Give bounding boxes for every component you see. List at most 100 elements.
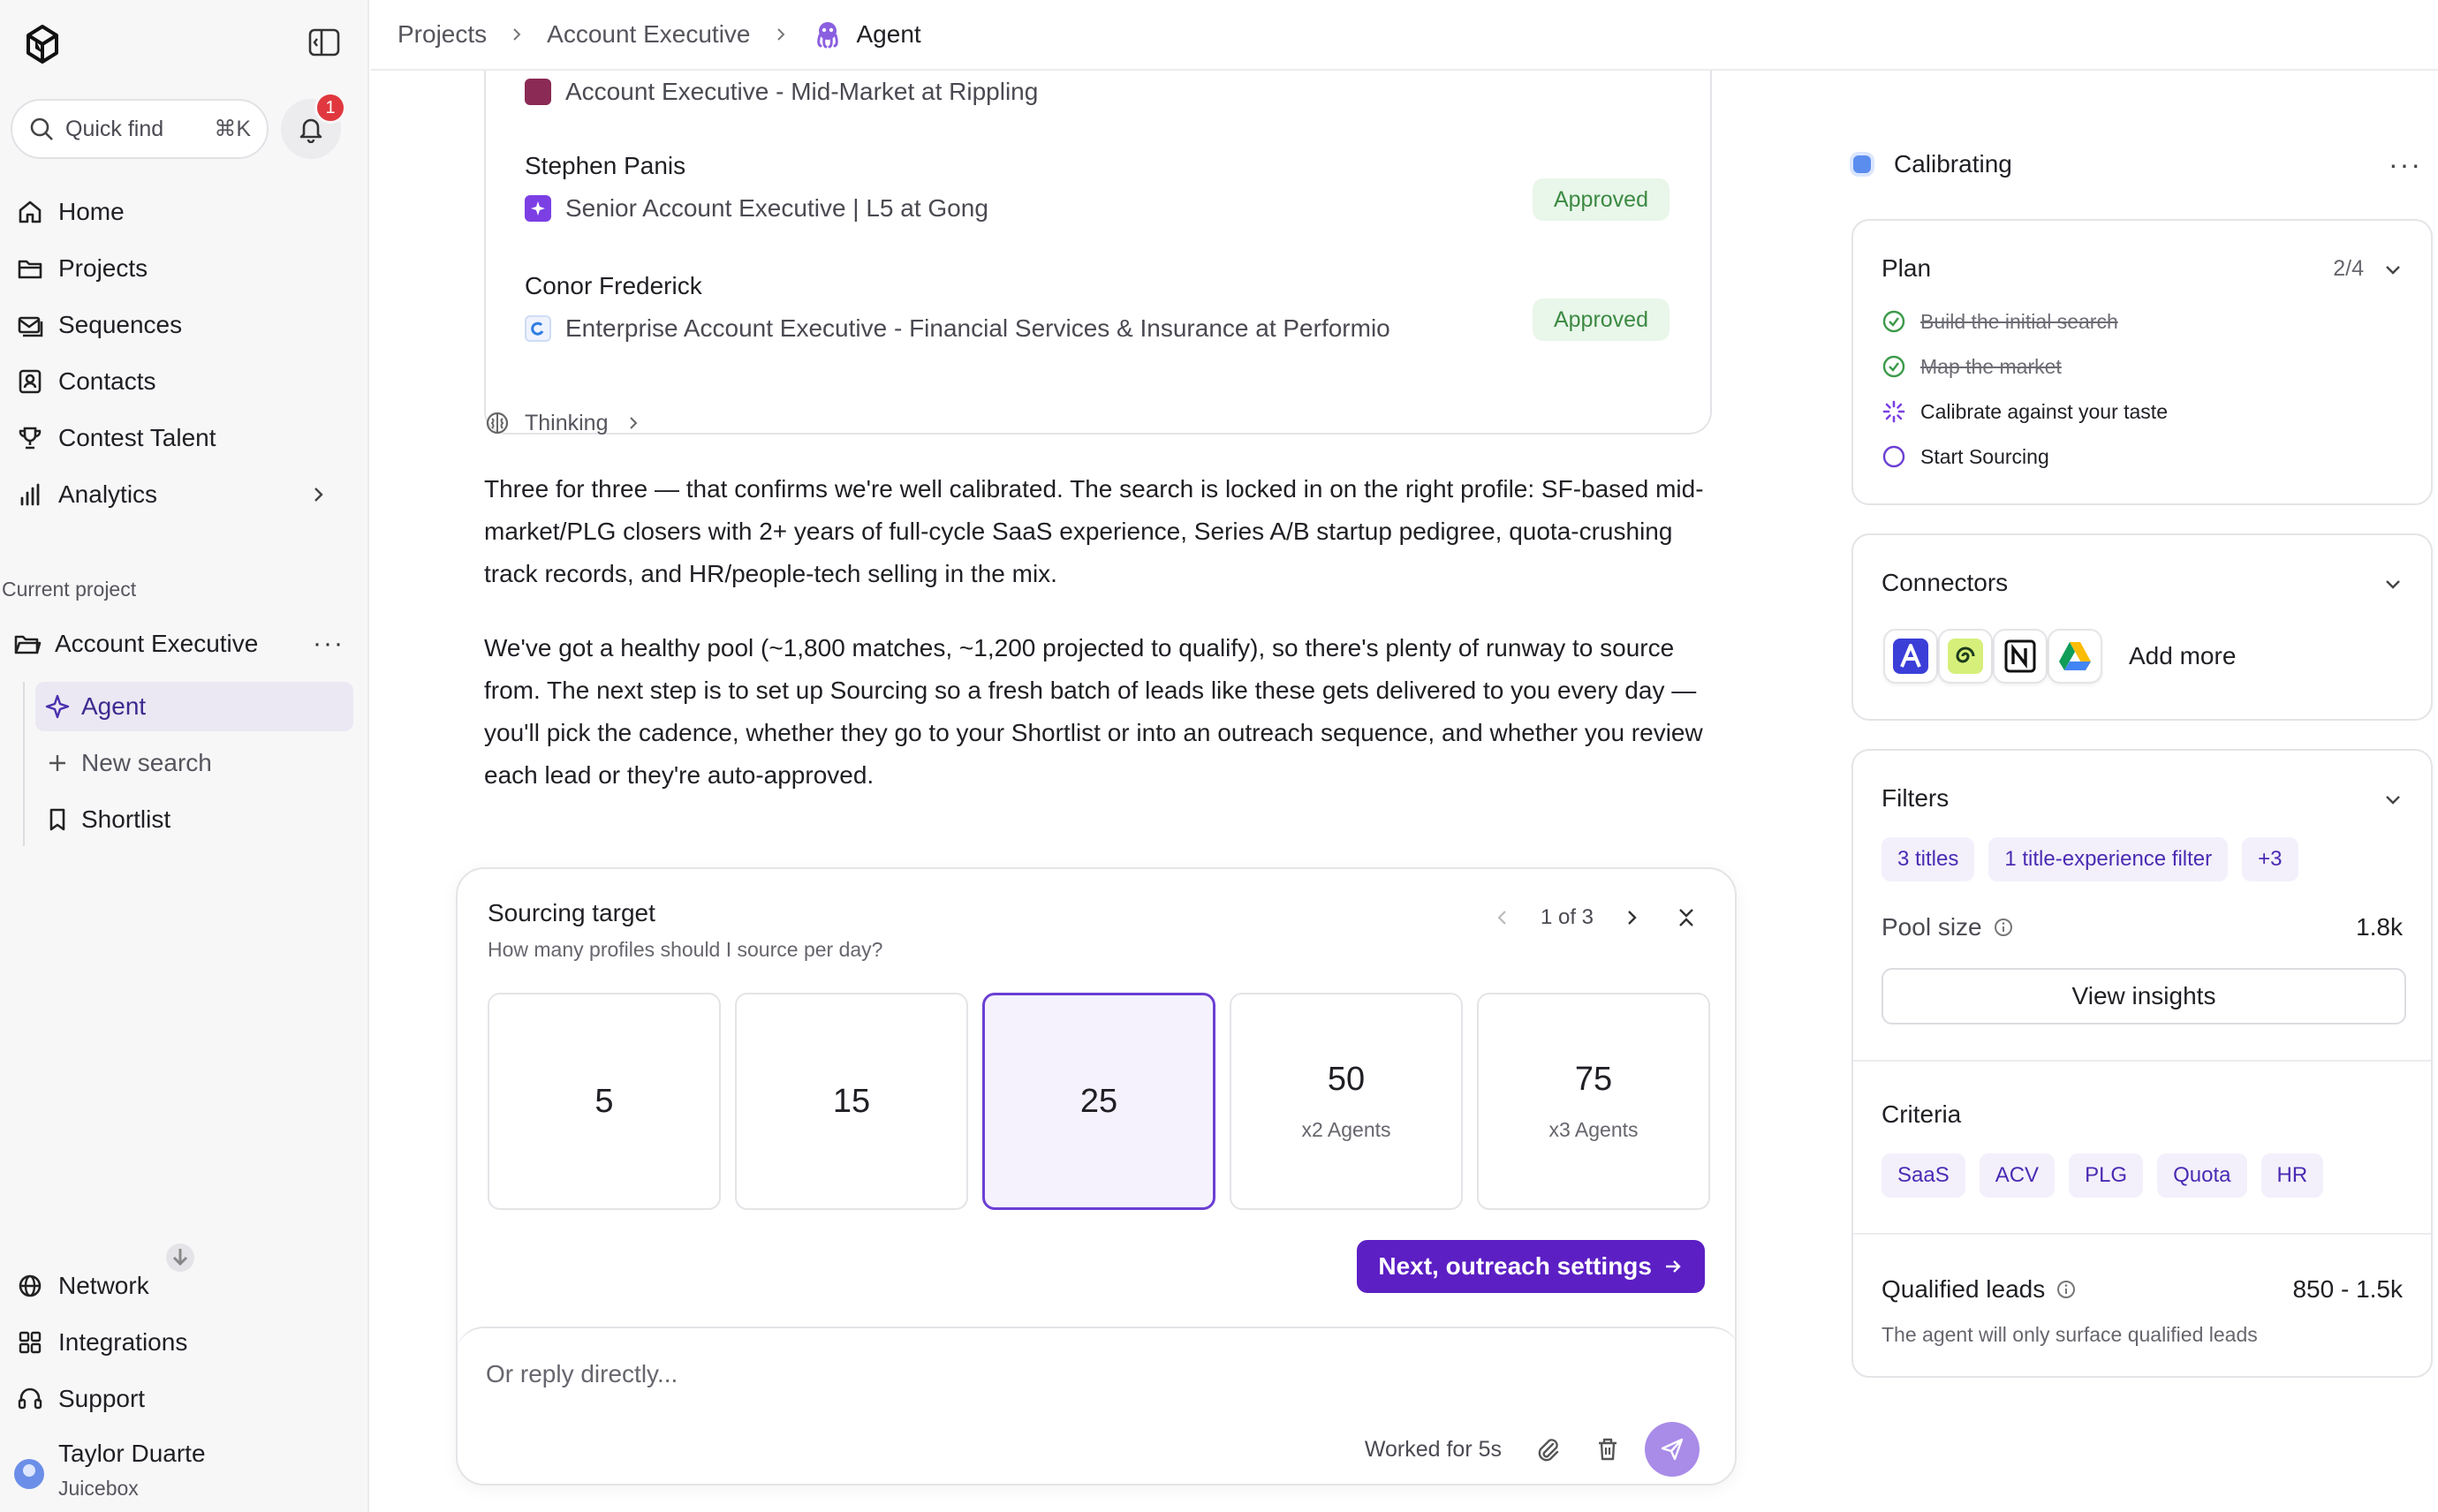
status-badge: Approved <box>1532 299 1670 341</box>
target-option-note: x3 Agents <box>1548 1118 1639 1141</box>
reply-box: Worked for 5s <box>458 1327 1735 1484</box>
criteria-chip[interactable]: PLG <box>2069 1153 2144 1198</box>
qualified-leads-label-text: Qualified leads <box>1882 1275 2046 1303</box>
main-nav: Home Projects Sequences Contacts Contest… <box>0 184 369 523</box>
target-option-note: x2 Agents <box>1301 1118 1391 1141</box>
worked-for-status: Worked for 5s <box>1364 1436 1502 1462</box>
current-project[interactable]: Account Executive ··· <box>12 618 357 669</box>
connector-list: Add more <box>1883 629 2236 684</box>
pool-size-value: 1.8k <box>2356 913 2403 941</box>
filter-chip[interactable]: 3 titles <box>1882 837 1975 881</box>
arrow-right-icon <box>1666 1260 1681 1273</box>
project-item-shortlist[interactable]: Shortlist <box>35 795 353 844</box>
plan-step-label: Start Sourcing <box>1920 444 2049 468</box>
chevron-right-icon <box>314 488 323 502</box>
candidate-role: Senior Account Executive | L5 at Gong <box>525 194 988 223</box>
collapse-sidebar-icon[interactable] <box>307 26 341 58</box>
grid-icon <box>19 1331 42 1354</box>
user-org: Juicebox <box>58 1477 139 1500</box>
google-drive-icon[interactable] <box>2048 629 2102 684</box>
target-option-selected[interactable]: 25 <box>982 993 1215 1210</box>
sourcing-title: Sourcing target <box>488 899 655 926</box>
nav-item-projects[interactable]: Projects <box>0 240 369 297</box>
chevron-right-icon[interactable] <box>1620 906 1643 929</box>
agent-octopus-icon <box>816 22 838 49</box>
target-option[interactable]: 5 <box>488 993 721 1210</box>
quick-find-search[interactable]: Quick find ⌘K <box>11 99 269 159</box>
apollo-icon[interactable] <box>1883 629 1938 684</box>
criteria-chip[interactable]: ACV <box>1979 1153 2056 1198</box>
candidate-row[interactable]: Conor Frederick Enterprise Account Execu… <box>525 272 1390 343</box>
globe-icon <box>19 1274 42 1297</box>
add-connector-link[interactable]: Add more <box>2129 642 2236 670</box>
nav-item-label: Sequences <box>58 311 183 338</box>
nav-item-network[interactable]: Network <box>0 1258 369 1314</box>
target-option[interactable]: 75 x3 Agents <box>1477 993 1710 1210</box>
headset-icon <box>18 1387 42 1410</box>
breadcrumb-project[interactable]: Account Executive <box>547 20 750 49</box>
filter-chip-more[interactable]: +3 <box>2242 837 2298 881</box>
project-more-icon[interactable]: ··· <box>313 629 344 659</box>
notion-icon[interactable] <box>1993 629 2048 684</box>
info-icon[interactable] <box>2056 1279 2077 1300</box>
check-circle-icon <box>1882 355 1905 378</box>
chevron-left-icon[interactable] <box>1491 906 1514 929</box>
mail-stack-icon <box>18 316 43 337</box>
filter-chips: 3 titles 1 title-experience filter +3 <box>1882 837 2298 881</box>
chevron-down-icon[interactable] <box>2381 258 2404 281</box>
home-icon <box>19 200 42 223</box>
project-item-new-search[interactable]: New search <box>35 738 353 788</box>
candidate-role-partial: Account Executive - Mid-Market at Rippli… <box>525 78 1038 106</box>
current-project-label: Current project <box>2 578 137 601</box>
nav-item-analytics[interactable]: Analytics <box>0 466 369 523</box>
nav-item-contest-talent[interactable]: Contest Talent <box>0 410 369 466</box>
greenhouse-icon[interactable] <box>1938 629 1993 684</box>
trash-icon[interactable] <box>1594 1435 1622 1463</box>
criteria-chip[interactable]: Quota <box>2157 1153 2247 1198</box>
question-pager: 1 of 3 <box>1491 904 1700 931</box>
status-dot-icon <box>1850 152 1874 177</box>
chevron-down-icon[interactable] <box>2381 788 2404 811</box>
nav-item-label: Analytics <box>58 480 158 508</box>
info-icon[interactable] <box>1993 917 2014 938</box>
nav-item-support[interactable]: Support <box>0 1371 369 1427</box>
target-option[interactable]: 50 x2 Agents <box>1230 993 1463 1210</box>
paperclip-icon[interactable] <box>1533 1435 1562 1463</box>
qualified-leads-value: 850 - 1.5k <box>2292 1275 2403 1303</box>
reply-input[interactable] <box>486 1360 1369 1388</box>
reply-toolbar: Worked for 5s <box>1365 1422 1700 1477</box>
brain-icon <box>486 412 509 435</box>
project-item-label: New search <box>81 749 212 776</box>
filter-chip[interactable]: 1 title-experience filter <box>1988 837 2229 881</box>
nav-item-integrations[interactable]: Integrations <box>0 1314 369 1371</box>
candidate-name: Conor Frederick <box>525 272 702 299</box>
juicebox-logo-icon[interactable] <box>19 21 65 67</box>
collapse-icon[interactable] <box>1673 904 1700 931</box>
folder-open-icon <box>14 635 42 654</box>
next-outreach-settings-button[interactable]: Next, outreach settings <box>1357 1240 1705 1293</box>
breadcrumb-projects[interactable]: Projects <box>398 20 487 49</box>
user-profile[interactable]: Taylor Duarte Juicebox <box>14 1440 206 1501</box>
pool-size-label: Pool size <box>1882 913 2014 941</box>
project-item-agent[interactable]: Agent <box>35 682 353 731</box>
criteria-chip[interactable]: SaaS <box>1882 1153 1965 1198</box>
view-insights-button[interactable]: View insights <box>1882 968 2406 1024</box>
thinking-toggle[interactable]: Thinking <box>484 410 656 436</box>
send-button[interactable] <box>1645 1422 1700 1477</box>
panel-more-icon[interactable]: ··· <box>2389 148 2422 181</box>
nav-item-home[interactable]: Home <box>0 184 369 240</box>
status-badge: Approved <box>1532 178 1670 221</box>
nav-item-label: Contacts <box>58 367 156 395</box>
criteria-chip[interactable]: HR <box>2260 1153 2324 1198</box>
sourcing-target-panel: Sourcing target How many profiles should… <box>456 867 1737 1486</box>
chevron-down-icon[interactable] <box>2381 572 2404 595</box>
plan-step-label: Build the initial search <box>1920 309 2118 333</box>
candidate-row[interactable]: Stephen Panis Senior Account Executive |… <box>525 152 988 223</box>
loading-spinner-icon <box>1882 400 1905 423</box>
nav-item-contacts[interactable]: Contacts <box>0 353 369 410</box>
plan-progress: 2/4 <box>2333 256 2364 281</box>
nav-item-sequences[interactable]: Sequences <box>0 297 369 353</box>
chevron-right-icon <box>513 28 521 41</box>
target-option[interactable]: 15 <box>735 993 968 1210</box>
user-name: Taylor Duarte <box>58 1440 206 1467</box>
